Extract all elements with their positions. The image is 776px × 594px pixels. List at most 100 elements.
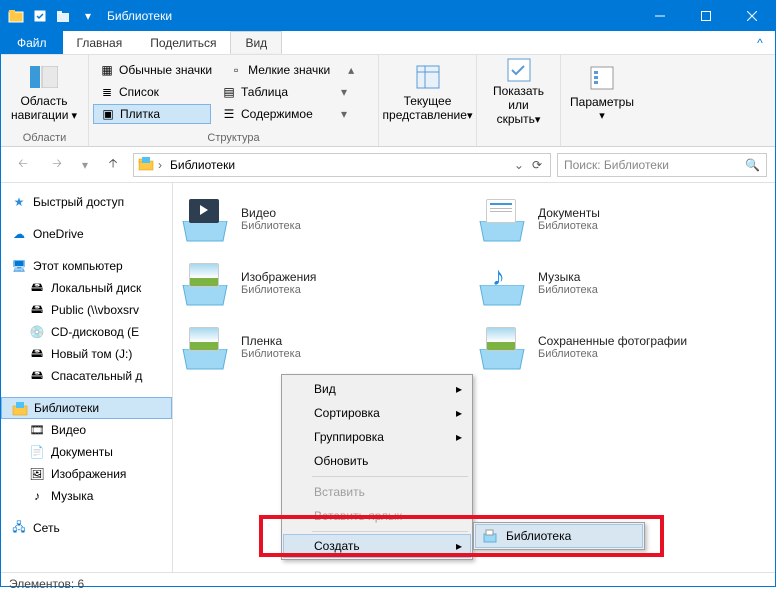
ribbon-tabs: Файл Главная Поделиться Вид ^ xyxy=(1,31,775,55)
chevron-right-icon: ▸ xyxy=(456,539,462,553)
ribbon: Областьнавигации ▾ Области ▦Огромные зна… xyxy=(1,55,775,147)
tree-lib-videos[interactable]: 🎞Видео xyxy=(1,419,172,441)
tree-lib-music[interactable]: ♪Музыка xyxy=(1,485,172,507)
list-icon: ≣ xyxy=(99,84,115,100)
quick-access-toolbar: ▾ xyxy=(1,5,99,27)
titlebar: ▾ Библиотеки xyxy=(1,1,775,31)
current-view-icon xyxy=(412,61,444,93)
maximize-button[interactable] xyxy=(683,1,729,31)
breadcrumb-libraries[interactable]: Библиотеки xyxy=(166,158,239,172)
drive-icon: 🖴 xyxy=(29,280,45,296)
pc-icon: 🖥 xyxy=(11,258,27,274)
search-icon: 🔍 xyxy=(745,158,760,172)
library-film[interactable]: ПленкаБиблиотека xyxy=(181,323,470,371)
search-placeholder: Поиск: Библиотеки xyxy=(564,158,739,172)
panes-icon xyxy=(28,61,60,93)
tree-lib-images[interactable]: 🖼Изображения xyxy=(1,463,172,485)
image-icon: 🖼 xyxy=(29,466,45,482)
tree-local-disk[interactable]: 🖴Локальный диск xyxy=(1,277,172,299)
up-button[interactable]: 🡡 xyxy=(99,151,127,179)
document-icon: 📄 xyxy=(29,444,45,460)
group-layout-label: Структура xyxy=(93,131,374,146)
navigation-pane-button[interactable]: Областьнавигации ▾ xyxy=(5,57,83,127)
library-images[interactable]: ИзображенияБиблиотека xyxy=(181,259,470,307)
libraries-icon xyxy=(138,155,154,174)
libraries-icon xyxy=(12,400,28,416)
qat-dropdown[interactable]: ▾ xyxy=(77,5,99,27)
address-bar[interactable]: › Библиотеки ⌄ ⟳ xyxy=(133,153,551,177)
navigation-pane: ★Быстрый доступ ☁OneDrive 🖥Этот компьюте… xyxy=(1,183,173,572)
tree-public-share[interactable]: 🖴Public (\\vboxsrv xyxy=(1,299,172,321)
content-icon: ☰ xyxy=(221,106,237,122)
options-icon xyxy=(586,62,618,94)
back-button[interactable]: 🡠 xyxy=(9,151,37,179)
context-menu: Вид▸ Сортировка▸ Группировка▸ Обновить В… xyxy=(281,374,473,560)
address-dropdown[interactable]: ⌄ xyxy=(514,158,524,172)
show-hide-button[interactable]: Показатьили скрыть▾ xyxy=(481,57,556,127)
layout-content[interactable]: ☰Содержимое xyxy=(215,105,333,123)
saved-photos-library-icon xyxy=(478,323,526,371)
recent-locations-button[interactable]: ▾ xyxy=(77,151,93,179)
ctx-group[interactable]: Группировка▸ xyxy=(284,425,470,449)
ctx-view[interactable]: Вид▸ xyxy=(284,377,470,401)
submenu-library[interactable]: Библиотека xyxy=(475,524,643,548)
details-icon: ▤ xyxy=(221,84,237,100)
star-icon: ★ xyxy=(11,194,27,210)
group-panes-label: Области xyxy=(5,131,84,146)
status-item-count: Элементов: 6 xyxy=(9,577,84,591)
layout-details[interactable]: ▤Таблица xyxy=(215,83,333,101)
tree-onedrive[interactable]: ☁OneDrive xyxy=(1,223,172,245)
content-area[interactable]: ВидеоБиблиотека ДокументыБиблиотека Изоб… xyxy=(173,183,775,572)
ctx-refresh[interactable]: Обновить xyxy=(284,449,470,473)
video-icon: 🎞 xyxy=(29,422,45,438)
layout-more[interactable]: ▾ xyxy=(337,107,351,121)
forward-button[interactable]: 🡢 xyxy=(43,151,71,179)
ctx-separator xyxy=(312,531,468,532)
tree-cd-drive[interactable]: 💿CD-дисковод (E xyxy=(1,321,172,343)
qat-new-folder[interactable] xyxy=(53,5,75,27)
layout-list[interactable]: ≣Список xyxy=(93,83,211,101)
refresh-button[interactable]: ⟳ xyxy=(528,158,546,172)
current-view-button[interactable]: Текущеепредставление▾ xyxy=(383,57,472,127)
qat-properties[interactable] xyxy=(29,5,51,27)
ctx-paste: Вставить xyxy=(284,480,470,504)
layout-small[interactable]: ▫Мелкие значки xyxy=(222,61,340,79)
close-button[interactable] xyxy=(729,1,775,31)
ctx-sort[interactable]: Сортировка▸ xyxy=(284,401,470,425)
minimize-button[interactable] xyxy=(637,1,683,31)
ctx-separator xyxy=(312,476,468,477)
library-saved-photos[interactable]: Сохраненные фотографииБиблиотека xyxy=(478,323,767,371)
options-button[interactable]: Параметры▾ xyxy=(565,57,639,127)
chevron-right-icon: ▸ xyxy=(456,430,462,444)
library-documents[interactable]: ДокументыБиблиотека xyxy=(478,195,767,243)
layout-scroll-up[interactable]: ▴ xyxy=(344,63,358,77)
documents-library-icon xyxy=(478,195,526,243)
show-hide-icon xyxy=(503,57,535,83)
tree-network[interactable]: 🖧Сеть xyxy=(1,517,172,539)
tab-share[interactable]: Поделиться xyxy=(136,31,230,54)
layout-tiles[interactable]: ▣Плитка xyxy=(93,104,211,124)
address-bar-row: 🡠 🡢 ▾ 🡡 › Библиотеки ⌄ ⟳ Поиск: Библиоте… xyxy=(1,147,775,183)
layout-scroll-down[interactable]: ▾ xyxy=(337,85,351,99)
library-videos[interactable]: ВидеоБиблиотека xyxy=(181,195,470,243)
tree-this-pc[interactable]: 🖥Этот компьютер xyxy=(1,255,172,277)
tab-view[interactable]: Вид xyxy=(230,31,282,54)
library-music[interactable]: ♪ МузыкаБиблиотека xyxy=(478,259,767,307)
tree-rescue-disk[interactable]: 🖴Спасательный д xyxy=(1,365,172,387)
tree-new-volume[interactable]: 🖴Новый том (J:) xyxy=(1,343,172,365)
ctx-new[interactable]: Создать▸ xyxy=(283,534,471,558)
window-title: Библиотеки xyxy=(107,9,172,23)
images-library-icon xyxy=(181,259,229,307)
tree-quick-access[interactable]: ★Быстрый доступ xyxy=(1,191,172,213)
library-icon xyxy=(482,528,498,544)
app-icon[interactable] xyxy=(5,5,27,27)
tree-lib-documents[interactable]: 📄Документы xyxy=(1,441,172,463)
search-box[interactable]: Поиск: Библиотеки 🔍 xyxy=(557,153,767,177)
ribbon-help-button[interactable]: ^ xyxy=(745,31,775,54)
cd-icon: 💿 xyxy=(29,324,45,340)
tab-home[interactable]: Главная xyxy=(63,31,137,54)
tab-file[interactable]: Файл xyxy=(1,31,63,54)
layout-medium[interactable]: ▦Обычные значки xyxy=(93,61,218,79)
film-library-icon xyxy=(181,323,229,371)
tree-libraries[interactable]: Библиотеки xyxy=(1,397,172,419)
